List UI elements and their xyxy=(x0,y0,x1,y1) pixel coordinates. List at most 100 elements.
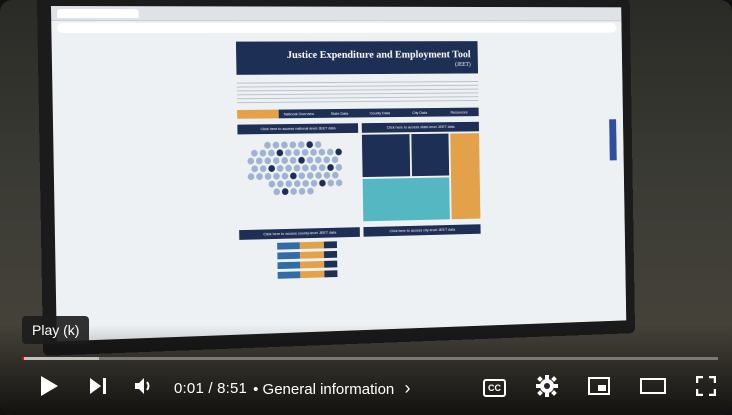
video-frame-monitor: Justice Expenditure and Employment Tool … xyxy=(36,0,636,356)
hex-state xyxy=(310,164,318,172)
jeet-county-panel: Click here to access county-level JEET d… xyxy=(239,227,360,283)
hex-state xyxy=(273,172,280,180)
hex-state xyxy=(335,148,342,156)
hex-state xyxy=(281,141,288,149)
gear-icon xyxy=(536,374,558,402)
hex-state xyxy=(290,172,297,180)
video-player[interactable]: Justice Expenditure and Employment Tool … xyxy=(0,0,732,415)
jeet-nav: National Overview State Data County Data… xyxy=(237,107,479,119)
next-icon xyxy=(88,377,108,400)
hex-state xyxy=(331,171,339,179)
next-button[interactable] xyxy=(78,368,118,408)
miniplayer-icon xyxy=(588,376,610,400)
hex-state xyxy=(284,149,292,157)
hex-state xyxy=(318,164,326,172)
bar-row xyxy=(277,250,360,260)
hex-state xyxy=(293,180,301,188)
mute-button[interactable] xyxy=(126,368,162,408)
chapter-title: General information xyxy=(262,380,395,398)
chapter-separator: • xyxy=(253,380,263,398)
jeet-nav-item: National Overview xyxy=(283,111,315,117)
bar-chart xyxy=(239,241,360,280)
jeet-city-header: Click here to access city-level JEET dat… xyxy=(363,224,481,237)
hex-state xyxy=(335,163,343,171)
jeet-county-header: Click here to access county-level JEET d… xyxy=(239,227,360,240)
jeet-nav-item: City Data xyxy=(412,110,428,115)
jeet-panels-bottom: Click here to access county-level JEET d… xyxy=(239,224,481,283)
progress-bar[interactable] xyxy=(22,357,718,360)
hex-state xyxy=(315,172,322,179)
hex-state xyxy=(318,148,326,156)
jeet-webpage: Justice Expenditure and Employment Tool … xyxy=(235,41,482,334)
jeet-nav-item: County Data xyxy=(369,110,390,116)
hex-state xyxy=(315,156,322,164)
cc-icon: CC xyxy=(483,379,506,397)
hex-state xyxy=(268,180,276,188)
hex-state xyxy=(289,156,297,164)
hex-state xyxy=(323,156,330,164)
miniplayer-button[interactable] xyxy=(588,368,610,408)
hex-state xyxy=(285,180,293,188)
treemap-cell xyxy=(362,177,450,222)
hex-state xyxy=(251,165,259,173)
time-display: 0:01 / 8:51 xyxy=(174,380,247,397)
volume-icon xyxy=(133,376,155,401)
hex-state xyxy=(306,172,314,180)
hex-state xyxy=(323,171,331,179)
play-tooltip: Play (k) xyxy=(22,316,90,344)
chapter-button[interactable]: • General information › xyxy=(253,378,410,399)
hex-state xyxy=(319,179,326,187)
bar-row xyxy=(277,241,360,250)
jeet-state-header: Click here to access state-level JEET da… xyxy=(361,121,479,133)
hex-state xyxy=(259,165,267,173)
jeet-title: Justice Expenditure and Employment Tool xyxy=(286,48,471,61)
hex-state xyxy=(310,179,318,187)
hex-state xyxy=(276,164,284,172)
time-current: 0:01 xyxy=(174,379,204,397)
hex-state xyxy=(268,149,275,157)
settings-button[interactable] xyxy=(536,368,558,408)
hex-state xyxy=(281,188,289,196)
hex-state xyxy=(302,179,309,187)
hex-state xyxy=(301,149,309,156)
jeet-intro-text xyxy=(236,81,479,105)
time-total: 8:51 xyxy=(217,379,248,397)
fullscreen-button[interactable] xyxy=(695,368,717,408)
hex-state xyxy=(306,141,313,149)
jeet-nav-item: State Data xyxy=(330,110,349,116)
hex-state xyxy=(290,187,297,195)
play-icon xyxy=(39,375,59,402)
jeet-state-panel: Click here to access state-level JEET da… xyxy=(361,121,481,222)
treemap-cell xyxy=(450,133,481,220)
bar-row xyxy=(277,260,360,270)
hex-state xyxy=(272,157,280,165)
hex-state xyxy=(255,157,263,165)
hex-map xyxy=(238,133,360,222)
hex-state xyxy=(298,187,306,195)
hex-state xyxy=(310,148,317,156)
treemap-cell xyxy=(361,134,411,178)
hex-state xyxy=(289,141,297,149)
hex-state xyxy=(307,187,314,195)
browser-tab-bar xyxy=(50,5,622,22)
jeet-panels: Click here to access national-level JEET… xyxy=(237,121,481,224)
jeet-city-panel: Click here to access city-level JEET dat… xyxy=(363,224,481,279)
progress-loaded xyxy=(22,357,99,360)
hex-state xyxy=(268,165,276,172)
hex-state xyxy=(297,141,305,149)
hex-state xyxy=(327,179,335,187)
hex-state xyxy=(285,164,292,172)
subtitles-button[interactable]: CC xyxy=(483,368,506,408)
feedback-side-tab xyxy=(609,119,617,161)
hex-state xyxy=(298,156,305,164)
hex-state xyxy=(272,141,280,149)
treemap xyxy=(361,133,481,222)
theater-mode-button[interactable] xyxy=(640,368,666,408)
hex-state xyxy=(264,141,271,149)
play-button[interactable] xyxy=(24,368,74,408)
browser-address-bar xyxy=(57,22,617,33)
hex-state xyxy=(281,157,289,164)
hex-state xyxy=(277,180,284,188)
hex-state xyxy=(335,179,343,187)
browser-tab xyxy=(56,8,139,18)
